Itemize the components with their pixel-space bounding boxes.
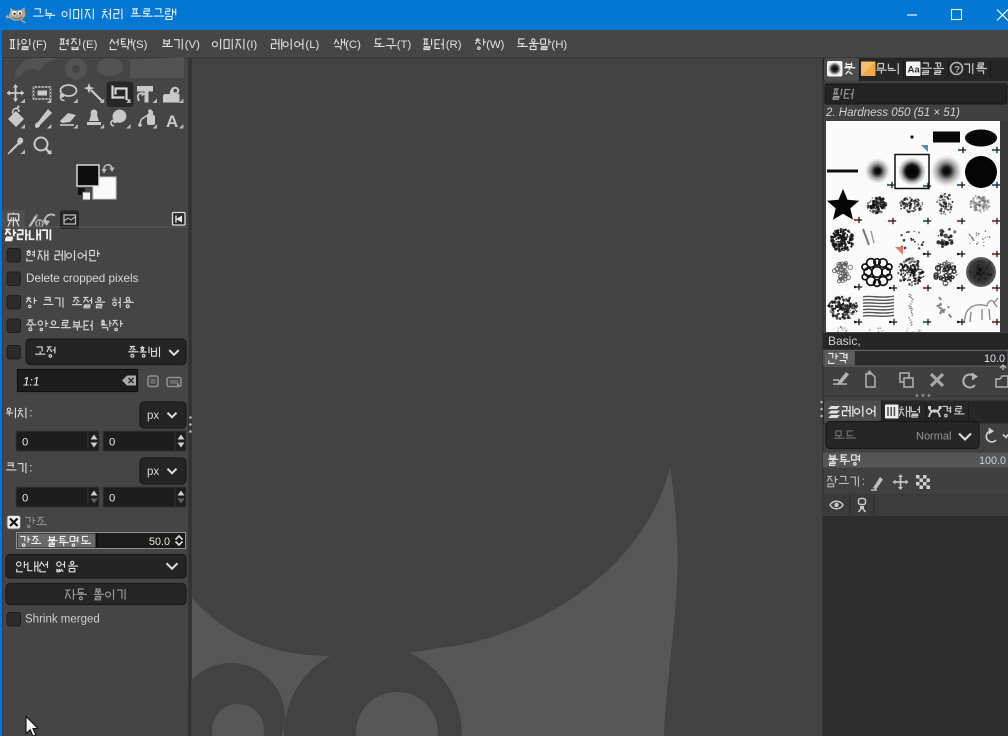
svg-text:50.0: 50.0 xyxy=(149,536,170,548)
svg-text:(H): (H) xyxy=(551,39,567,51)
svg-text:(L): (L) xyxy=(305,39,319,51)
svg-text::: : xyxy=(862,474,865,488)
svg-text:0: 0 xyxy=(109,437,115,449)
svg-text:(F): (F) xyxy=(32,39,47,51)
svg-text::: : xyxy=(29,461,32,475)
svg-text:?: ? xyxy=(954,64,960,75)
svg-text:(E): (E) xyxy=(82,39,97,51)
svg-text:(R): (R) xyxy=(446,39,462,51)
svg-text:(S): (S) xyxy=(132,39,147,51)
svg-text:0: 0 xyxy=(109,493,115,505)
svg-text:1:1: 1:1 xyxy=(23,375,39,389)
svg-text:100.0: 100.0 xyxy=(979,455,1006,467)
svg-text:(C): (C) xyxy=(345,39,361,51)
svg-text:Normal: Normal xyxy=(916,431,951,443)
svg-text:px: px xyxy=(147,466,159,478)
svg-text:0: 0 xyxy=(22,493,28,505)
svg-text:0: 0 xyxy=(22,437,28,449)
svg-text:(T): (T) xyxy=(397,39,412,51)
svg-text:A: A xyxy=(166,112,178,131)
svg-text::: : xyxy=(29,406,32,420)
svg-text:(V): (V) xyxy=(185,39,200,51)
svg-text:10.0: 10.0 xyxy=(984,353,1005,365)
svg-text:Delete cropped pixels: Delete cropped pixels xyxy=(26,272,139,285)
svg-text:Shrink merged: Shrink merged xyxy=(25,614,100,626)
svg-text:Basic,: Basic, xyxy=(828,334,861,348)
svg-text:(I): (I) xyxy=(246,39,257,51)
svg-text:Aa: Aa xyxy=(908,65,921,76)
svg-text:2. Hardness 050 (51 × 51): 2. Hardness 050 (51 × 51) xyxy=(825,107,960,119)
svg-text:px: px xyxy=(147,410,159,422)
svg-text:(W): (W) xyxy=(486,39,505,51)
